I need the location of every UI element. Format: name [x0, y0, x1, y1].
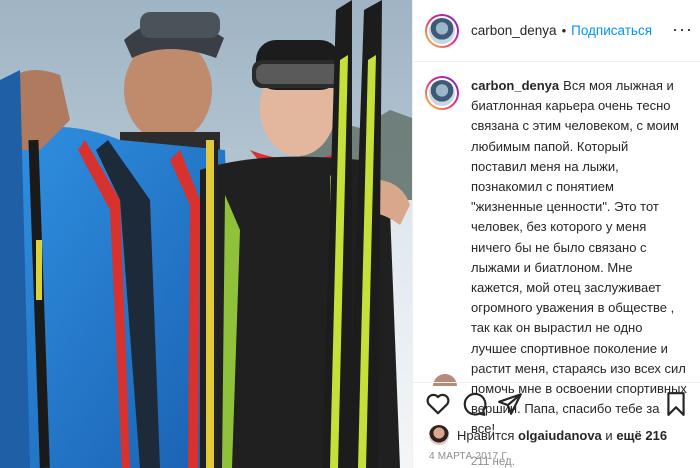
post-photo[interactable]	[0, 0, 412, 468]
likes-conjunction: и	[605, 427, 613, 443]
heart-icon[interactable]	[425, 391, 451, 417]
likes-prefix: Нравится	[457, 427, 515, 443]
author-avatar[interactable]	[425, 13, 459, 48]
caption-username[interactable]: carbon_denya	[471, 78, 559, 93]
bookmark-icon[interactable]	[663, 391, 689, 417]
liker-avatar[interactable]	[429, 425, 449, 445]
likes-row: Нравится olgaiudanova и ещё 216	[429, 425, 667, 445]
comment-icon[interactable]	[461, 391, 487, 417]
follow-button[interactable]: Подписаться	[571, 23, 652, 38]
more-dots-icon[interactable]: ···	[672, 20, 693, 38]
likes-count-link[interactable]: ещё 216	[616, 428, 667, 443]
share-icon[interactable]	[497, 391, 523, 417]
action-icons	[425, 391, 689, 419]
header-separator: •	[561, 23, 567, 38]
post-date: 4 МАРТА 2017 Г.	[429, 451, 509, 462]
author-username[interactable]: carbon_denya	[471, 23, 557, 38]
photo-illustration	[0, 0, 412, 468]
actions-section: Нравится olgaiudanova и ещё 216 4 МАРТА …	[413, 382, 700, 468]
post-sidebar: carbon_denya • Подписаться ··· carbon_de…	[412, 0, 700, 468]
caption-avatar[interactable]	[425, 76, 459, 110]
instagram-post: carbon_denya • Подписаться ··· carbon_de…	[0, 0, 700, 468]
liker-username[interactable]: olgaiudanova	[518, 428, 602, 443]
post-header: carbon_denya • Подписаться ···	[413, 0, 700, 62]
